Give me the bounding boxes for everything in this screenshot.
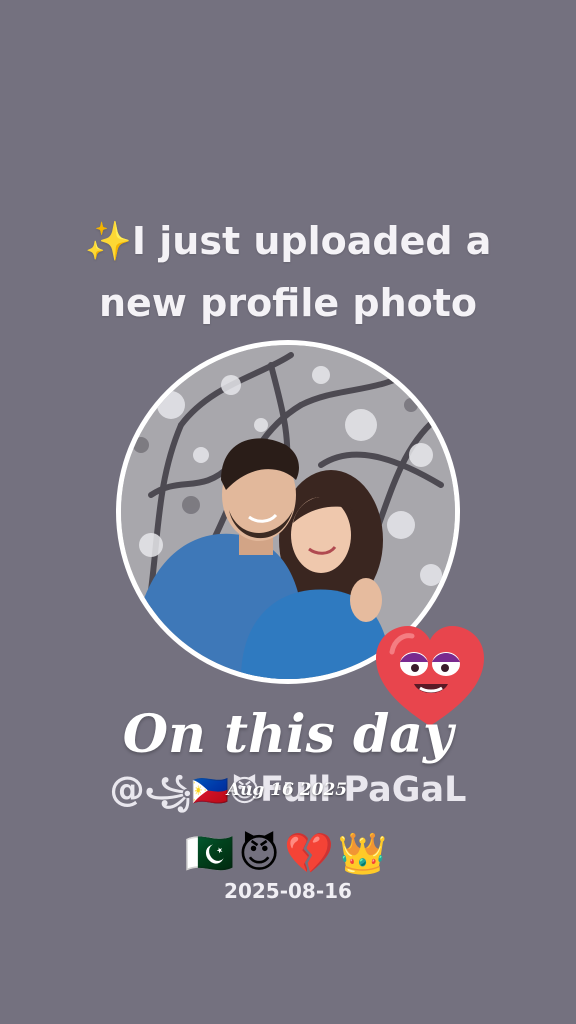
date-overlay: Aug 16 2025 (226, 780, 348, 800)
on-this-day-title: On this day (122, 704, 454, 765)
emoji-row: 🇵🇰😈💔👑 (184, 831, 392, 877)
caption-line-2: new profile photo (98, 281, 478, 325)
upload-caption: ✨I just uploaded a new profile photo (0, 210, 576, 334)
at-sign: @ (109, 770, 145, 810)
date-label: 2025-08-16 (224, 879, 352, 903)
caption-line-1: I just uploaded a (131, 219, 492, 263)
wing-symbol-icon: ꧁ (144, 774, 192, 809)
sparkle-icon: ✨ (84, 219, 132, 263)
